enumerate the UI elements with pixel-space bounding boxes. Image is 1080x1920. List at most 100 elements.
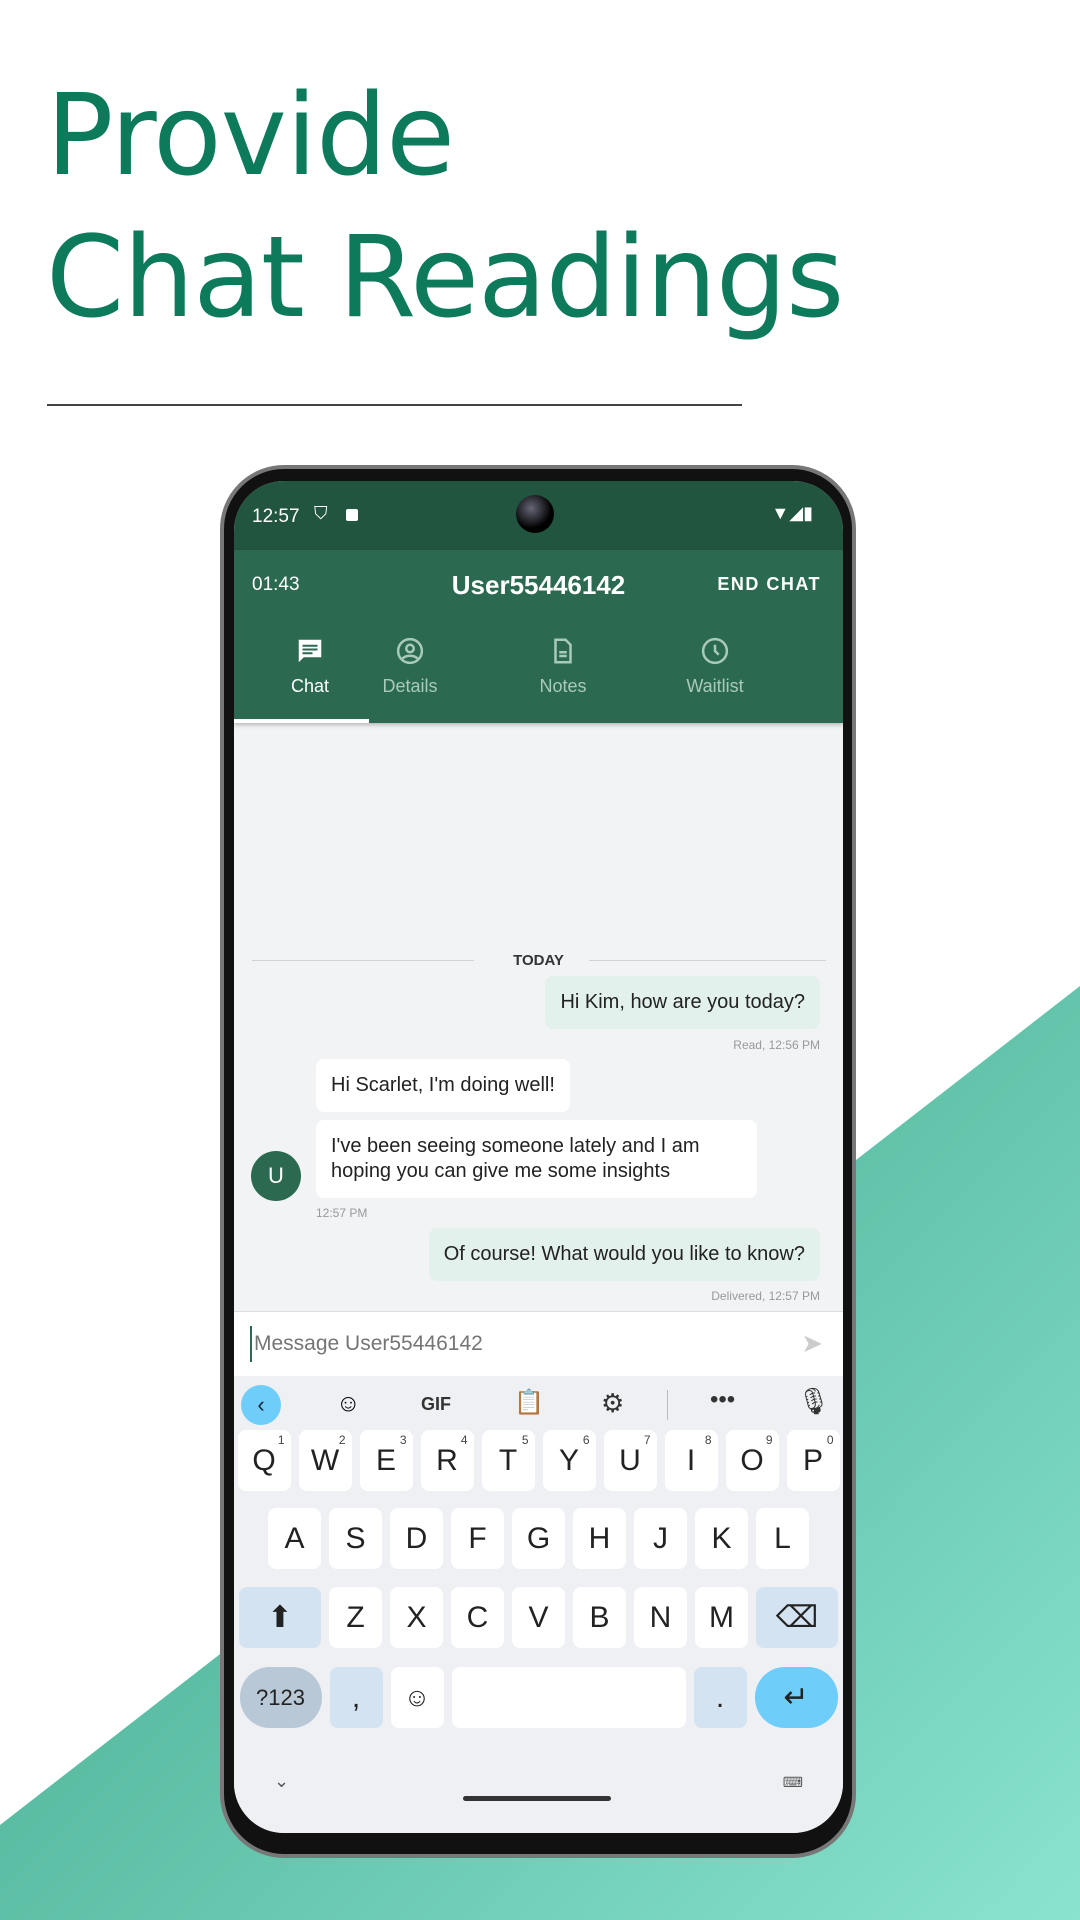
keyboard-back-icon[interactable]: ‹ [241, 1385, 281, 1425]
key-label: Q [252, 1443, 276, 1477]
key-label: L [774, 1521, 791, 1555]
key-hint: 3 [399, 1433, 407, 1447]
key-j[interactable]: J [634, 1508, 687, 1569]
message-bubble-outgoing: Of course! What would you like to know? [428, 1228, 820, 1281]
avatar: U [251, 1151, 301, 1201]
key-label: V [528, 1600, 549, 1634]
key-v[interactable]: V [512, 1587, 565, 1648]
key-label: F [468, 1521, 487, 1555]
toolbar-separator [667, 1390, 668, 1420]
key-l[interactable]: L [756, 1508, 809, 1569]
settings-icon[interactable]: ⚙ [601, 1388, 624, 1419]
key-label: E [375, 1443, 396, 1477]
key-label: A [284, 1521, 305, 1555]
symbols-key[interactable]: ?123 [239, 1667, 322, 1728]
home-indicator[interactable] [463, 1796, 611, 1801]
key-row-4: ?123 , ☺ . ↵ [234, 1667, 843, 1728]
key-label: K [711, 1521, 732, 1555]
status-bar: 12:57 ⛉ ▼◢▮ [234, 481, 843, 550]
end-chat-button[interactable]: END CHAT [717, 574, 821, 595]
key-o[interactable]: O9 [725, 1430, 779, 1491]
key-hint: 5 [521, 1433, 529, 1447]
document-icon [554, 638, 572, 664]
shift-key[interactable]: ⬆ [239, 1587, 321, 1648]
comma-key[interactable]: , [329, 1667, 383, 1728]
gif-button[interactable]: GIF [421, 1394, 451, 1415]
tab-waitlist[interactable]: Waitlist [639, 636, 791, 697]
send-icon[interactable]: ➤ [801, 1328, 823, 1359]
tab-notes[interactable]: Notes [487, 636, 639, 697]
key-hint: 1 [277, 1433, 285, 1447]
key-label: P [802, 1443, 823, 1477]
status-time: 12:57 [252, 506, 300, 527]
key-row-1: Q1W2E3R4T5Y6U7I8O9P0 [234, 1430, 843, 1491]
backspace-key[interactable]: ⌫ [756, 1587, 838, 1648]
key-label: O [740, 1443, 764, 1477]
shield-icon: ⛉ [314, 503, 328, 523]
key-label: M [709, 1600, 734, 1634]
key-t[interactable]: T5 [481, 1430, 535, 1491]
app-bar: 01:43 User55446142 END CHAT Chat Details… [234, 550, 843, 723]
key-label: D [405, 1521, 428, 1555]
key-f[interactable]: F [451, 1508, 504, 1569]
message-time: 12:57 PM [316, 1206, 368, 1220]
keyboard: ‹ ☺ GIF 📋 ⚙ ••• 🎙 Q1W2E3R4T5Y6U7I8O9P0 A… [234, 1376, 843, 1833]
key-label: B [589, 1600, 610, 1634]
hide-keyboard-icon[interactable]: ⌄ [274, 1771, 289, 1792]
key-q[interactable]: Q1 [237, 1430, 291, 1491]
key-b[interactable]: B [573, 1587, 626, 1648]
chat-icon [298, 639, 322, 663]
divider [47, 404, 742, 406]
key-label: G [526, 1521, 551, 1555]
key-y[interactable]: Y6 [542, 1430, 596, 1491]
key-label: C [466, 1600, 489, 1634]
period-key[interactable]: . [693, 1667, 747, 1728]
tab-label: Waitlist [686, 676, 744, 696]
sticker-icon[interactable]: ☺ [336, 1390, 361, 1418]
key-hint: 0 [826, 1433, 834, 1447]
active-tab-indicator [234, 719, 369, 723]
key-e[interactable]: E3 [359, 1430, 413, 1491]
key-w[interactable]: W2 [298, 1430, 352, 1491]
key-a[interactable]: A [268, 1508, 321, 1569]
key-k[interactable]: K [695, 1508, 748, 1569]
keyboard-switch-icon[interactable]: ⌨ [783, 1774, 803, 1791]
more-icon[interactable]: ••• [710, 1386, 735, 1414]
key-p[interactable]: P0 [786, 1430, 840, 1491]
message-status: Delivered, 12:57 PM [711, 1289, 820, 1303]
key-hint: 2 [338, 1433, 346, 1447]
key-z[interactable]: Z [329, 1587, 382, 1648]
microphone-icon[interactable]: 🎙 [797, 1386, 830, 1417]
phone-screen: 12:57 ⛉ ▼◢▮ 01:43 User55446142 END CHAT … [234, 481, 843, 1833]
space-key[interactable] [451, 1667, 686, 1728]
key-m[interactable]: M [695, 1587, 748, 1648]
tab-label: Details [382, 676, 438, 696]
enter-key[interactable]: ↵ [754, 1667, 838, 1728]
clipboard-icon[interactable]: 📋 [514, 1388, 544, 1417]
date-divider: TODAY [513, 952, 564, 969]
key-label: I [686, 1443, 696, 1477]
key-n[interactable]: N [634, 1587, 687, 1648]
account-circle-icon [396, 637, 424, 665]
key-hint: 7 [643, 1433, 651, 1447]
key-d[interactable]: D [390, 1508, 443, 1569]
key-row-3: ⬆ Z X C V B N M ⌫ [234, 1587, 843, 1648]
app-a-icon [346, 509, 358, 521]
key-r[interactable]: R4 [420, 1430, 474, 1491]
clock-icon [701, 637, 729, 665]
key-label: U [619, 1443, 641, 1477]
key-label: Z [346, 1600, 365, 1634]
key-g[interactable]: G [512, 1508, 565, 1569]
key-x[interactable]: X [390, 1587, 443, 1648]
key-i[interactable]: I8 [664, 1430, 718, 1491]
key-c[interactable]: C [451, 1587, 504, 1648]
tab-details[interactable]: Details [334, 636, 486, 697]
key-row-2: ASD F G H J K L [234, 1508, 843, 1569]
key-h[interactable]: H [573, 1508, 626, 1569]
message-input[interactable] [250, 1326, 770, 1362]
key-label: H [588, 1521, 611, 1555]
key-s[interactable]: S [329, 1508, 382, 1569]
key-u[interactable]: U7 [603, 1430, 657, 1491]
emoji-key[interactable]: ☺ [390, 1667, 444, 1728]
key-label: J [653, 1521, 668, 1555]
